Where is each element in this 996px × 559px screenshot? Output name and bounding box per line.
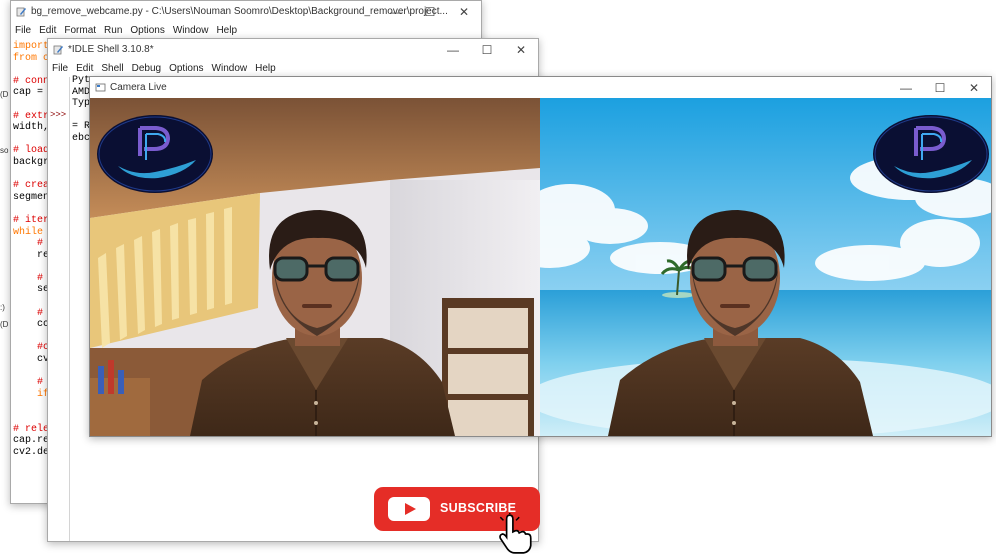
brand-logo-right <box>873 115 989 193</box>
shell-output-line: = R <box>72 121 91 133</box>
code-line: while <box>13 226 44 238</box>
webcam-background-removed-view <box>540 98 991 436</box>
edge-fragment: :) <box>0 303 5 312</box>
shell-prompt: >>> <box>50 110 67 120</box>
code-line: backgr <box>13 156 50 168</box>
code-line: # crea <box>13 180 50 192</box>
code-line: # rele <box>13 423 50 435</box>
code-line: cv2.de <box>13 446 50 458</box>
idle-app-icon <box>16 7 26 17</box>
code-line: # load <box>13 145 50 157</box>
shell-minimize-button[interactable]: — <box>436 39 470 61</box>
camera-title: Camera Live <box>110 82 167 93</box>
webcam-original-view <box>90 98 540 436</box>
shell-menu-help[interactable]: Help <box>255 61 276 77</box>
shell-output-line: AMD <box>72 86 91 98</box>
idle-app-icon <box>53 45 63 55</box>
code-line: # <box>13 377 44 389</box>
shell-menu-file[interactable]: File <box>52 61 68 77</box>
editor-menu-run[interactable]: Run <box>104 23 122 39</box>
editor-code-area[interactable]: import from c # conn cap = # extr width, # loa… <box>13 41 49 458</box>
edge-fragment: (D <box>0 320 9 329</box>
code-line: # iter <box>13 214 50 226</box>
code-line: cc <box>13 319 50 331</box>
shell-output[interactable]: Pyt AMD Typ = Rebc <box>72 75 90 145</box>
camera-minimize-button[interactable]: — <box>889 77 923 99</box>
editor-menu-window[interactable]: Window <box>173 23 209 39</box>
code-line: re <box>13 249 50 261</box>
window-app-icon <box>95 83 106 92</box>
code-line: # <box>13 272 44 284</box>
camera-titlebar[interactable]: Camera Live — ☐ ✕ <box>90 77 991 98</box>
editor-menu-edit[interactable]: Edit <box>39 23 56 39</box>
code-line: # conn <box>13 75 50 87</box>
shell-menu-shell[interactable]: Shell <box>101 61 123 77</box>
code-line: import <box>13 41 50 52</box>
shell-menu-options[interactable]: Options <box>169 61 203 77</box>
shell-output-line: Typ <box>72 98 91 110</box>
youtube-play-icon <box>388 497 430 521</box>
editor-maximize-button[interactable]: ☐ <box>413 1 447 23</box>
editor-menubar: File Edit Format Run Options Window Help <box>11 23 481 39</box>
shell-menu-debug[interactable]: Debug <box>132 61 161 77</box>
code-line: # extr <box>13 110 50 122</box>
camera-close-button[interactable]: ✕ <box>957 77 991 99</box>
shell-title: *IDLE Shell 3.10.8* <box>68 44 154 55</box>
code-line: if <box>13 388 50 400</box>
shell-maximize-button[interactable]: ☐ <box>470 39 504 61</box>
editor-menu-format[interactable]: Format <box>64 23 96 39</box>
code-line: from c <box>13 52 50 64</box>
shell-output-line: ebc <box>72 132 91 144</box>
shell-titlebar[interactable]: *IDLE Shell 3.10.8* — ☐ ✕ <box>48 39 538 61</box>
code-line: # <box>13 307 44 319</box>
shell-menubar: File Edit Shell Debug Options Window Hel… <box>48 61 538 77</box>
editor-minimize-button[interactable]: — <box>379 1 413 23</box>
code-line: cap = <box>13 87 44 99</box>
code-line: se <box>13 284 50 296</box>
code-line: width, <box>13 122 50 134</box>
editor-menu-help[interactable]: Help <box>216 23 237 39</box>
code-line: cv <box>13 354 50 366</box>
shell-menu-window[interactable]: Window <box>212 61 248 77</box>
code-line: cap.re <box>13 435 50 447</box>
code-line: segmen <box>13 191 50 203</box>
brand-logo-left <box>97 115 213 193</box>
code-line: #c <box>13 342 50 354</box>
shell-output-line <box>72 110 90 122</box>
editor-menu-options[interactable]: Options <box>130 23 164 39</box>
editor-close-button[interactable]: ✕ <box>447 1 481 23</box>
shell-output-line: Pyt <box>72 75 91 86</box>
shell-gutter <box>48 77 70 541</box>
edge-fragment: (D <box>0 90 9 99</box>
code-line: # <box>13 238 44 250</box>
camera-window: Camera Live — ☐ ✕ <box>89 76 992 437</box>
shell-close-button[interactable]: ✕ <box>504 39 538 61</box>
camera-maximize-button[interactable]: ☐ <box>923 77 957 99</box>
editor-menu-file[interactable]: File <box>15 23 31 39</box>
edge-fragment: so <box>0 146 9 155</box>
editor-titlebar[interactable]: bg_remove_webcame.py - C:\Users\Nouman S… <box>11 1 481 23</box>
hand-cursor-icon <box>499 513 532 554</box>
